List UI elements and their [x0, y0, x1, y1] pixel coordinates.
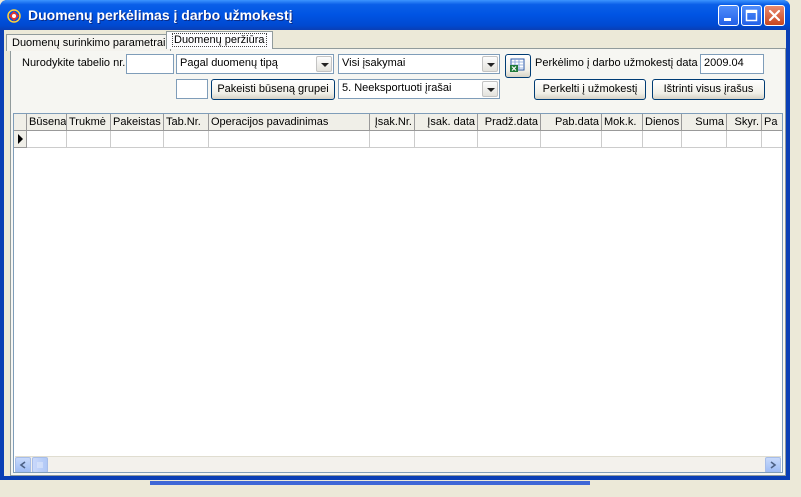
scroll-right-button[interactable]	[765, 457, 781, 472]
grid-cell[interactable]	[602, 131, 643, 148]
transfer-to-payroll-button[interactable]: Perkelti į užmokestį	[534, 79, 646, 100]
orders-select-value: Visi įsakymai	[342, 57, 406, 69]
chevron-down-icon[interactable]	[482, 56, 498, 72]
tabelio-input[interactable]	[126, 54, 174, 74]
data-type-select-value: Pagal duomenų tipą	[180, 57, 278, 69]
excel-export-icon	[510, 58, 525, 72]
grid-cell[interactable]	[682, 131, 727, 148]
grid-corner	[14, 114, 27, 131]
column-header[interactable]: Įsak. data	[415, 114, 478, 131]
minimize-button[interactable]	[718, 5, 739, 26]
scrollbar-thumb[interactable]	[32, 457, 48, 472]
change-status-group-button[interactable]: Pakeisti būseną grupei	[211, 79, 335, 100]
grid-cell[interactable]	[27, 131, 67, 148]
data-grid[interactable]: Būsena Trukmė Pakeistas Tab.Nr. Operacij…	[13, 113, 783, 473]
transfer-date-input[interactable]: 2009.04	[700, 54, 764, 74]
chevron-down-icon[interactable]	[316, 56, 332, 72]
scroll-left-button[interactable]	[15, 457, 31, 472]
column-header[interactable]: Skyr.	[727, 114, 762, 131]
chevron-right-icon	[770, 461, 777, 469]
status-group-input[interactable]	[176, 79, 208, 99]
column-header[interactable]: Trukmė	[67, 114, 111, 131]
grid-cell[interactable]	[727, 131, 762, 148]
grid-cell[interactable]	[478, 131, 541, 148]
data-type-select[interactable]: Pagal duomenų tipą	[176, 54, 334, 74]
records-select-value: 5. Neeksportuoti įrašai	[342, 82, 452, 94]
grid-cell[interactable]	[209, 131, 370, 148]
grip-icon	[37, 462, 43, 468]
grid-cell[interactable]	[643, 131, 682, 148]
close-button[interactable]	[764, 5, 785, 26]
tab-collection-params[interactable]: Duomenų surinkimo parametrai	[6, 34, 172, 51]
grid-cell[interactable]	[541, 131, 602, 148]
grid-cell[interactable]	[111, 131, 164, 148]
tab-data-view[interactable]: Duomenų peržiūra	[166, 31, 273, 49]
minimize-icon	[724, 18, 731, 21]
column-header[interactable]: Pradž.data	[478, 114, 541, 131]
excel-export-button[interactable]	[505, 54, 531, 78]
delete-all-records-button[interactable]: Ištrinti visus įrašus	[652, 79, 765, 100]
orders-select[interactable]: Visi įsakymai	[338, 54, 500, 74]
column-header[interactable]: Pakeistas	[111, 114, 164, 131]
title-bar[interactable]: Duomenų perkėlimas į darbo užmokestį	[0, 0, 790, 30]
grid-cell[interactable]	[415, 131, 478, 148]
records-select[interactable]: 5. Neeksportuoti įrašai	[338, 79, 500, 99]
grid-cell[interactable]	[164, 131, 209, 148]
column-header[interactable]: Suma	[682, 114, 727, 131]
window-title: Duomenų perkėlimas į darbo užmokestį	[28, 7, 293, 23]
current-row-indicator-icon[interactable]	[14, 131, 27, 148]
maximize-icon	[745, 9, 758, 22]
column-header[interactable]: Pa	[762, 114, 782, 131]
column-header[interactable]: Dienos	[643, 114, 682, 131]
maximize-button[interactable]	[741, 5, 762, 26]
transfer-date-label: Perkėlimo į darbo užmokestį data	[535, 57, 698, 69]
column-header[interactable]: Tab.Nr.	[164, 114, 209, 131]
grid-cell[interactable]	[370, 131, 415, 148]
column-header[interactable]: Būsena	[27, 114, 67, 131]
horizontal-scrollbar[interactable]	[15, 456, 781, 472]
column-header[interactable]: Operacijos pavadinimas	[209, 114, 370, 131]
column-header[interactable]: Mok.k.	[602, 114, 643, 131]
chevron-left-icon	[19, 461, 26, 469]
tabelio-label: Nurodykite tabelio nr.	[22, 57, 126, 69]
window-shadow	[150, 481, 590, 485]
chevron-down-icon[interactable]	[482, 81, 498, 97]
grid-cell[interactable]	[67, 131, 111, 148]
column-header[interactable]: Pab.data	[541, 114, 602, 131]
column-header[interactable]: Įsak.Nr.	[370, 114, 415, 131]
tab-data-view-label: Duomenų peržiūra	[172, 33, 267, 47]
close-icon	[768, 9, 781, 22]
app-icon	[7, 9, 21, 23]
grid-cell[interactable]	[762, 131, 782, 148]
